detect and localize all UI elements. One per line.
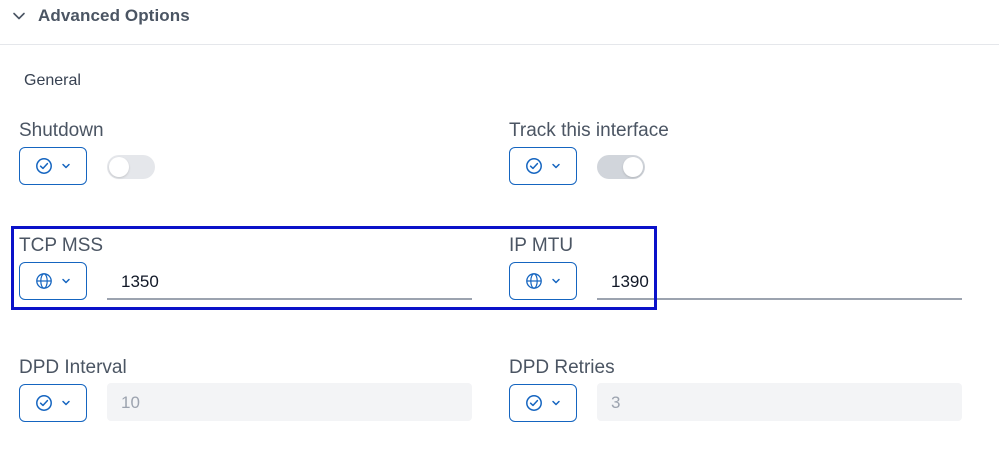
dpd-interval-input: 10 [107,383,472,421]
chevron-down-icon [62,163,70,169]
section-title-general: General [24,72,81,89]
toggle-knob [109,157,129,177]
shutdown-scope-dropdown[interactable] [19,147,87,185]
chevron-down-icon [13,12,25,20]
advanced-options-header[interactable]: Advanced Options [0,0,999,45]
chevron-down-icon [552,400,560,406]
dpd-interval-label: DPD Interval [19,357,127,378]
check-circle-icon [36,158,52,174]
track-interface-scope-dropdown[interactable] [509,147,577,185]
dpd-retries-label: DPD Retries [509,357,615,378]
track-interface-label: Track this interface [509,120,669,141]
shutdown-toggle[interactable] [107,155,155,179]
chevron-down-icon [62,400,70,406]
check-circle-icon [526,158,542,174]
chevron-down-icon [552,163,560,169]
shutdown-label: Shutdown [19,120,104,141]
dpd-retries-scope-dropdown[interactable] [509,384,577,422]
check-circle-icon [526,395,542,411]
track-interface-toggle[interactable] [597,155,645,179]
toggle-knob [623,157,643,177]
dpd-retries-input: 3 [597,383,962,421]
dpd-interval-scope-dropdown[interactable] [19,384,87,422]
check-circle-icon [36,395,52,411]
highlight-box [11,226,657,310]
advanced-options-title: Advanced Options [38,6,190,25]
